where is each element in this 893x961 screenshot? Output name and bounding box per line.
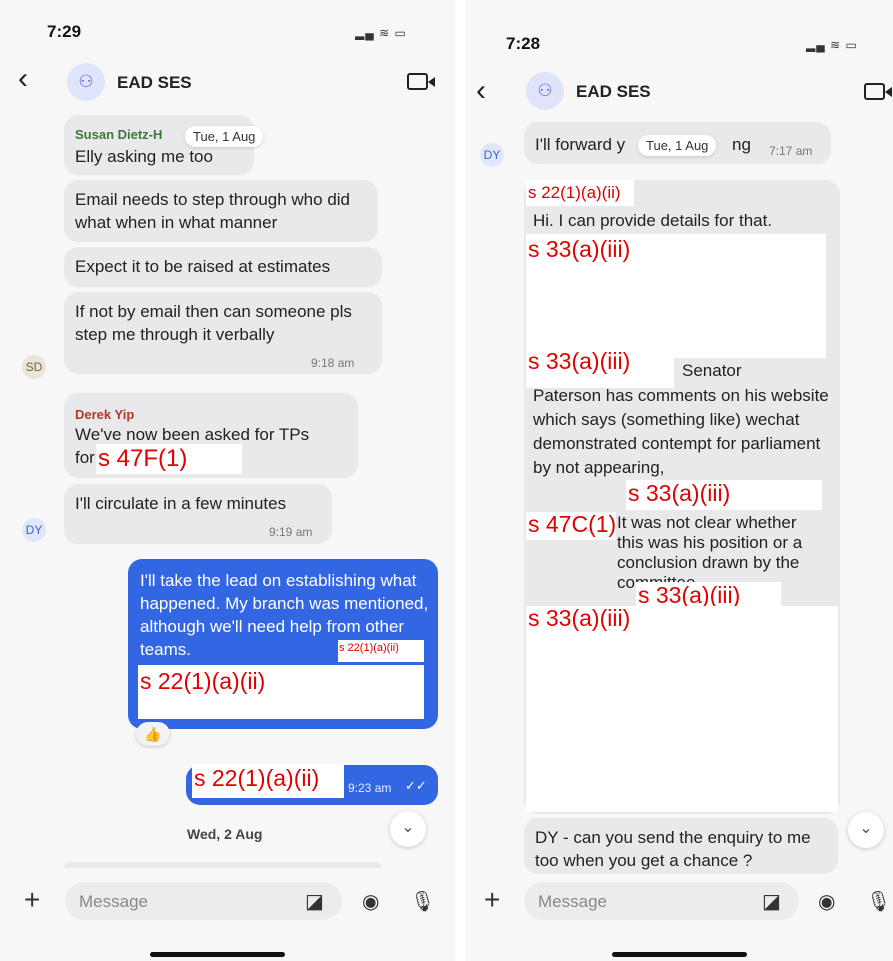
microphone-icon[interactable]: 🎙 [410,889,435,914]
video-call-icon[interactable] [864,83,892,100]
scroll-down-button[interactable]: ⌄ [390,811,426,847]
redaction-label: s 47C(1) [528,511,617,537]
message-input-placeholder: Message [79,892,148,911]
add-attachment-button[interactable]: + [24,886,40,914]
message-text: DY - can you send the enquiry to me too … [535,828,811,870]
message-time: 7:17 am [769,144,813,158]
message-input[interactable]: Message [65,882,342,920]
redaction-label: s 47F(1) [98,445,188,472]
redaction-label: s 33(a)(iii) [628,480,731,506]
message-time: 9:23 am [348,781,392,795]
avatar[interactable]: DY [480,143,504,167]
chat-title: EAD SES [117,73,192,92]
message-text: Email needs to step through who did what… [75,190,351,232]
sticker-icon[interactable]: ◪ [762,889,781,914]
message-text: I'll circulate in a few minutes [75,494,287,513]
message-text: It was not clear whether this was his po… [617,513,803,592]
message-text: I'll forward y [535,135,626,154]
redaction-label: s 22(1)(a)(ii) [528,183,621,202]
message-text: ng [732,135,751,154]
status-time: 7:29 [47,22,82,41]
redaction-box [526,606,838,812]
date-separator: Wed, 2 Aug [187,826,263,842]
camera-icon[interactable]: ◉ [818,889,835,914]
status-icons: ▂▄ ≋ ▭ [806,38,858,52]
scroll-down-button[interactable]: ⌄ [848,812,884,848]
date-pill: Tue, 1 Aug [185,126,264,147]
redaction-label: s 33(a)(iii) [528,236,631,262]
read-receipt-icon: ✓✓ [405,778,427,793]
redaction-label: s 22(1)(a)(ii) [339,642,399,654]
status-time: 7:28 [506,34,541,53]
status-icons: ▂▄ ≋ ▭ [355,26,407,40]
message-input[interactable]: Message [524,882,799,920]
left-screenshot: 7:29 ▂▄ ≋ ▭ ‹ ⚇ EAD SES Susan Dietz-H El… [0,0,455,961]
redaction-label: s 22(1)(a)(ii) [194,765,320,791]
back-button[interactable]: ‹ [18,64,28,94]
redaction-label: s 33(a)(iii) [528,348,631,374]
message-time: 9:19 am [269,525,313,539]
home-indicator [612,952,747,957]
message-time: 9:18 am [311,356,355,370]
message-input-placeholder: Message [538,892,607,911]
add-attachment-button[interactable]: + [484,886,500,914]
date-pill: Tue, 1 Aug [638,135,717,156]
avatar[interactable]: DY [22,518,46,542]
group-avatar-icon: ⚇ [67,63,105,101]
message-bubble: If not by email then can someone pls ste… [64,292,382,374]
reaction-thumbs-up[interactable]: 👍 [136,722,170,746]
message-bubble: Email needs to step through who did what… [64,180,378,242]
message-text: If not by email then can someone pls ste… [75,302,352,344]
message-text: Elly asking me too [75,147,213,166]
message-text: Hi. I can provide details for that. [533,211,773,230]
chat-title: EAD SES [576,82,651,101]
sticker-icon[interactable]: ◪ [305,889,324,914]
message-bubble: DY - can you send the enquiry to me too … [524,818,838,874]
message-bubble: Expect it to be raised at estimates [64,247,382,287]
back-button[interactable]: ‹ [476,76,486,106]
avatar[interactable]: SD [22,355,46,379]
redaction-label: s 33(a)(iii) [638,582,741,608]
message-bubble: I'll circulate in a few minutes 9:19 am [64,484,332,544]
message-text: Paterson has comments on his website whi… [533,386,829,477]
redaction-label: s 22(1)(a)(ii) [140,668,266,694]
message-text: Expect it to be raised at estimates [75,257,331,276]
home-indicator [150,952,285,957]
message-text: Senator [682,361,742,380]
microphone-icon[interactable]: 🎙 [866,889,891,914]
camera-icon[interactable]: ◉ [362,889,379,914]
group-avatar-icon: ⚇ [526,72,564,110]
sender-name: Susan Dietz-H [75,127,163,142]
redaction-label: s 33(a)(iii) [528,605,631,631]
video-call-icon[interactable] [407,73,435,90]
right-screenshot: 7:28 ▂▄ ≋ ▭ ‹ ⚇ EAD SES DY I'll forward … [466,0,893,961]
